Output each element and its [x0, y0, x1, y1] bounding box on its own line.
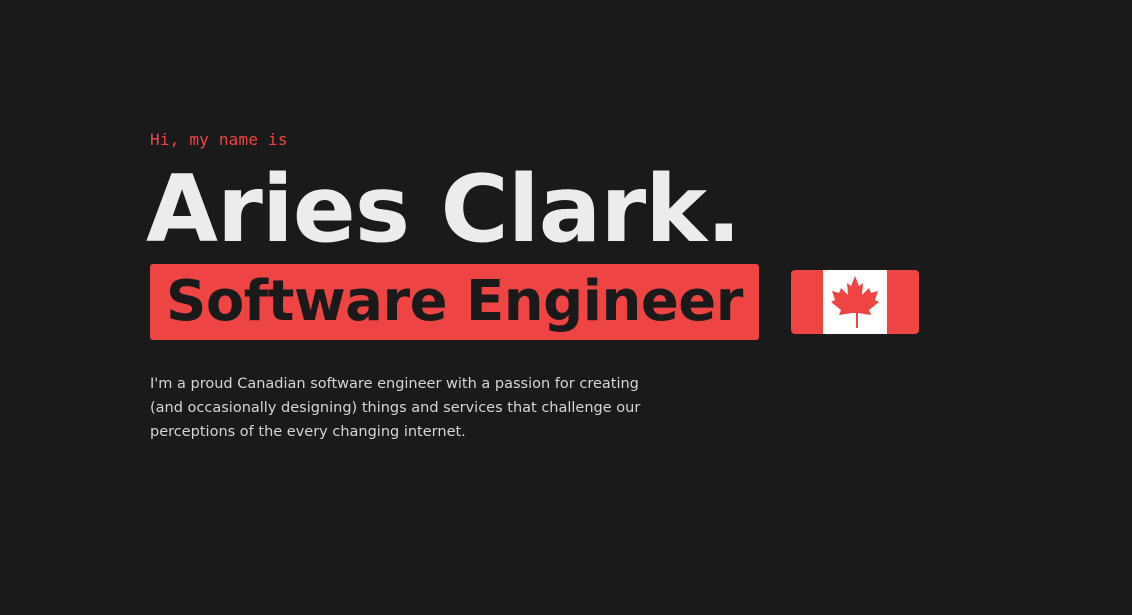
- greeting-text: Hi, my name is: [150, 130, 288, 149]
- flag-center: [822, 270, 887, 334]
- bio-paragraph: I'm a proud Canadian software engineer w…: [150, 376, 641, 440]
- maple-leaf-icon: [830, 276, 879, 328]
- flag-right-band: [886, 270, 919, 334]
- role-badge: Software Engineer: [150, 264, 759, 340]
- canada-flag-icon: [790, 270, 919, 334]
- flag-left-band: [790, 270, 823, 334]
- role-row: Software Engineer: [150, 264, 919, 340]
- hero-section: Hi, my name is Aries Clark. Software Eng…: [146, 128, 950, 440]
- name-heading: Aries Clark.: [146, 155, 741, 263]
- role-text: Software Engineer: [166, 269, 743, 334]
